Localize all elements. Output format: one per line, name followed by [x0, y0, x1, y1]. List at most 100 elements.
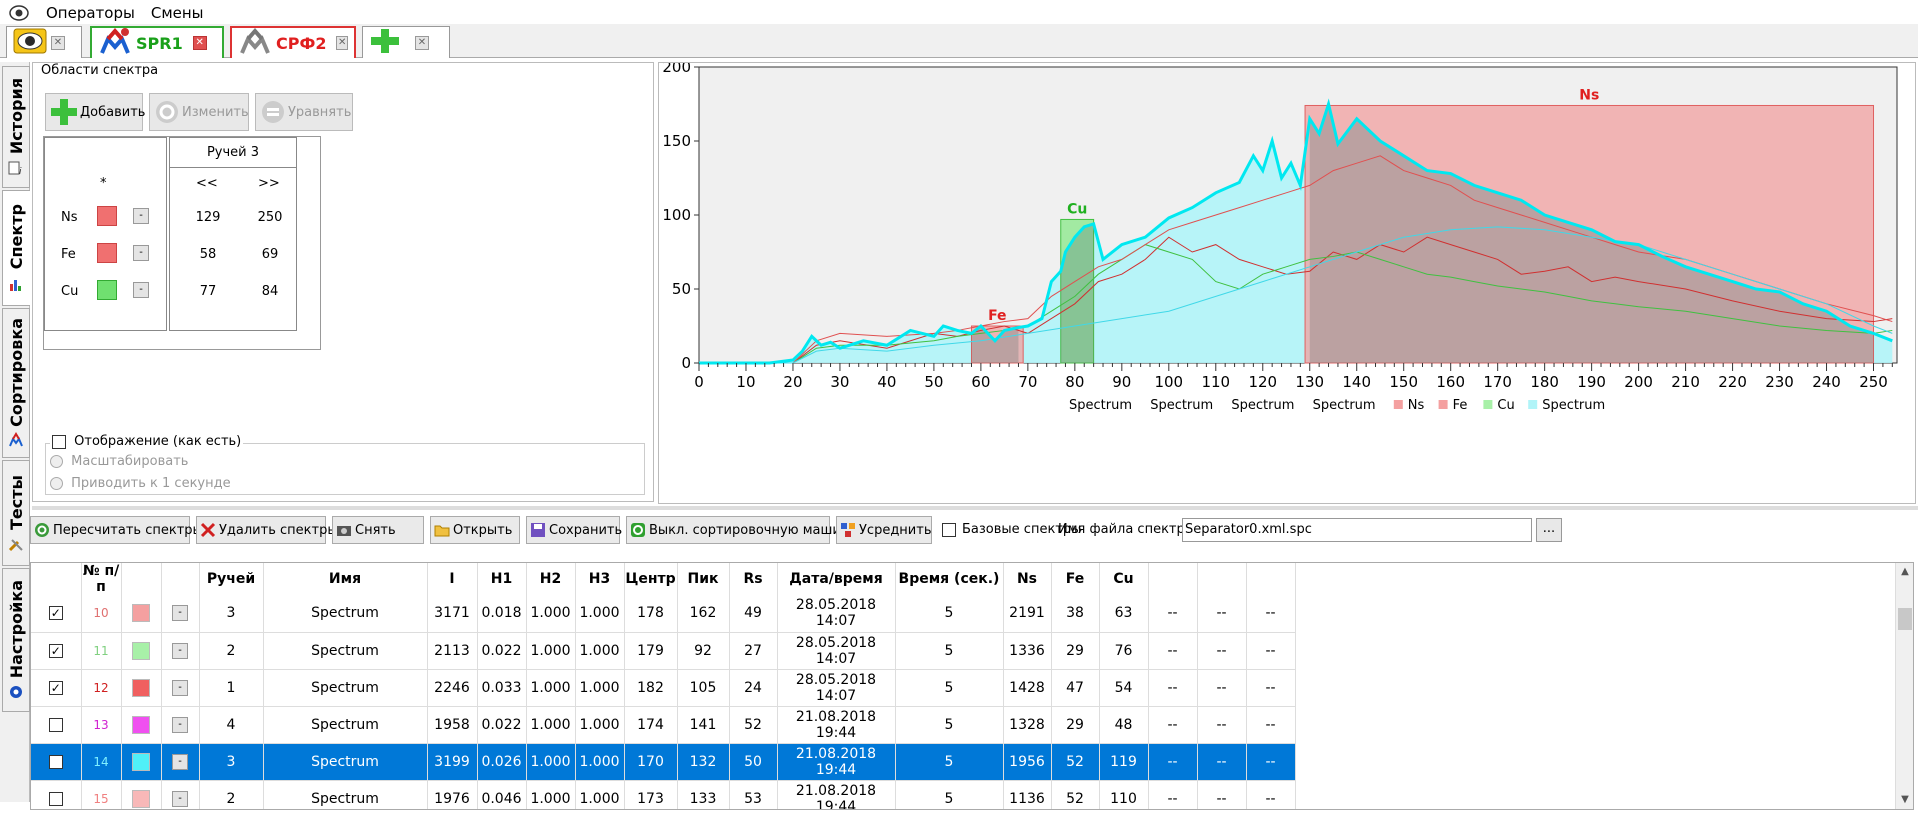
row-remove-cell[interactable]: - — [161, 669, 200, 707]
sidebar-tab-history[interactable]: История i — [2, 66, 30, 188]
average-button[interactable]: Усреднить — [836, 516, 932, 544]
toggle-sorter-button[interactable]: Выкл. сортировочную машину — [626, 516, 857, 544]
region-color-swatch[interactable] — [97, 280, 117, 300]
spectrum-chart[interactable]: Ns Fe Cu 0 50 100 150 200 0 10 20 30 40 50 60 70 80 90 100… — [659, 63, 1915, 503]
scale-radio[interactable] — [50, 455, 63, 468]
column-header[interactable]: Ns — [1003, 563, 1052, 595]
table-row[interactable]: 12-1Spectrum22460.0331.0001.000182105242… — [31, 669, 1296, 707]
row-color-cell[interactable] — [121, 632, 162, 670]
row-color-cell[interactable] — [121, 780, 162, 809]
row-checkbox-cell[interactable] — [31, 743, 82, 781]
capture-button[interactable]: Снять — [332, 516, 424, 544]
table-row[interactable]: 15-2 Spectrum 1976 0.046 1.000 1.000 173 133 53 2… — [31, 780, 1296, 809]
tab-srf2[interactable]: СРФ2 ✕ — [230, 26, 356, 58]
region-color-swatch[interactable] — [97, 206, 117, 226]
sidebar-tab-settings[interactable]: Настройка — [2, 568, 30, 712]
region-remove-button[interactable]: - — [133, 245, 149, 261]
row-checkbox[interactable] — [48, 791, 63, 806]
row-color-swatch[interactable] — [132, 752, 150, 771]
row-remove-cell[interactable]: - — [161, 706, 200, 744]
row-remove-cell[interactable]: - — [161, 632, 200, 670]
row-color-cell[interactable] — [121, 743, 162, 781]
add-region-button[interactable]: Добавить — [45, 93, 145, 131]
column-header[interactable]: Ручей — [199, 563, 264, 595]
equalize-button[interactable]: Уравнять — [255, 93, 353, 131]
save-button[interactable]: Сохранить — [526, 516, 622, 544]
row-color-cell[interactable] — [121, 669, 162, 707]
column-header[interactable]: Cu — [1099, 563, 1149, 595]
region-to[interactable]: 84 — [250, 284, 290, 299]
region-from[interactable]: 129 — [188, 210, 228, 225]
column-header[interactable]: Пик — [677, 563, 730, 595]
column-header[interactable]: Время (сек.) — [895, 563, 1004, 595]
row-checkbox[interactable] — [48, 643, 63, 658]
column-header[interactable]: Центр — [624, 563, 678, 595]
column-header[interactable] — [1148, 563, 1198, 595]
region-remove-button[interactable]: - — [133, 208, 149, 224]
column-header[interactable]: H1 — [477, 563, 527, 595]
scale-option[interactable]: Масштабировать — [50, 454, 188, 469]
browse-button[interactable]: ... — [1536, 518, 1562, 542]
column-header[interactable] — [31, 563, 82, 595]
row-remove-button[interactable]: - — [172, 605, 188, 622]
row-color-cell[interactable] — [121, 595, 162, 633]
delete-spectra-button[interactable]: Удалить спектры — [196, 516, 338, 544]
row-remove-button[interactable]: - — [172, 679, 188, 696]
row-remove-button[interactable]: - — [172, 642, 188, 659]
region-color-swatch[interactable] — [97, 243, 117, 263]
splitter-handle[interactable] — [32, 506, 1918, 510]
row-checkbox[interactable] — [48, 606, 63, 621]
column-header[interactable] — [1197, 563, 1247, 595]
app-logo-icon[interactable] — [8, 3, 30, 23]
tab-add[interactable]: ✕ — [362, 26, 450, 58]
table-row[interactable]: 11-2Spectrum21130.0221.0001.000179922728… — [31, 632, 1296, 670]
row-remove-cell[interactable]: - — [161, 743, 200, 781]
table-row[interactable]: 10-3Spectrum31710.0181.0001.000178162492… — [31, 595, 1296, 633]
row-remove-button[interactable]: - — [172, 790, 188, 807]
row-remove-button[interactable]: - — [172, 716, 188, 733]
open-button[interactable]: Открыть — [430, 516, 520, 544]
row-color-swatch[interactable] — [132, 604, 150, 623]
scroll-thumb[interactable] — [1898, 608, 1912, 630]
column-header[interactable]: № п/п — [81, 563, 122, 595]
row-checkbox-cell[interactable] — [31, 669, 82, 707]
menu-shifts[interactable]: Смены — [143, 4, 212, 22]
column-header[interactable]: Fe — [1051, 563, 1100, 595]
column-header[interactable]: H3 — [575, 563, 625, 595]
recalc-spectra-button[interactable]: Пересчитать спектры — [30, 516, 203, 544]
scroll-down-icon[interactable]: ▼ — [1896, 791, 1913, 809]
row-checkbox[interactable] — [48, 754, 63, 769]
row-color-swatch[interactable] — [132, 715, 150, 734]
column-header[interactable]: Имя — [263, 563, 428, 595]
region-from[interactable]: 58 — [188, 247, 228, 262]
menu-operators[interactable]: Операторы — [38, 4, 143, 22]
per-second-option[interactable]: Приводить к 1 секунде — [50, 476, 231, 491]
vertical-scrollbar[interactable]: ▲ ▼ — [1895, 563, 1913, 809]
display-as-is-checkbox[interactable] — [52, 434, 66, 449]
row-checkbox[interactable] — [48, 717, 63, 732]
edit-region-button[interactable]: Изменить — [149, 93, 249, 131]
row-color-swatch[interactable] — [132, 678, 150, 697]
tab-close-button[interactable]: ✕ — [51, 35, 65, 50]
row-color-swatch[interactable] — [132, 641, 150, 660]
row-checkbox-cell[interactable] — [31, 780, 82, 809]
region-from[interactable]: 77 — [188, 284, 228, 299]
row-color-swatch[interactable] — [132, 789, 150, 808]
base-spectra-checkbox[interactable] — [942, 522, 956, 537]
region-remove-button[interactable]: - — [133, 282, 149, 298]
region-to[interactable]: 69 — [250, 247, 290, 262]
sidebar-tab-tests[interactable]: Тесты — [2, 460, 30, 566]
table-row[interactable]: 14-3Spectrum31990.0261.0001.000170132502… — [31, 743, 1296, 781]
scroll-up-icon[interactable]: ▲ — [1896, 563, 1913, 581]
tab-spr1[interactable]: SPR1 ✕ — [90, 26, 224, 58]
column-header[interactable] — [161, 563, 200, 595]
column-header[interactable]: Дата/время — [777, 563, 896, 595]
column-header[interactable]: Rs — [729, 563, 778, 595]
per-second-radio[interactable] — [50, 477, 63, 490]
row-remove-cell[interactable]: - — [161, 595, 200, 633]
row-checkbox[interactable] — [48, 680, 63, 695]
sidebar-tab-spectrum[interactable]: Спектр — [2, 190, 30, 306]
region-to[interactable]: 250 — [250, 210, 290, 225]
column-header[interactable]: H2 — [526, 563, 576, 595]
row-remove-button[interactable]: - — [172, 753, 188, 770]
